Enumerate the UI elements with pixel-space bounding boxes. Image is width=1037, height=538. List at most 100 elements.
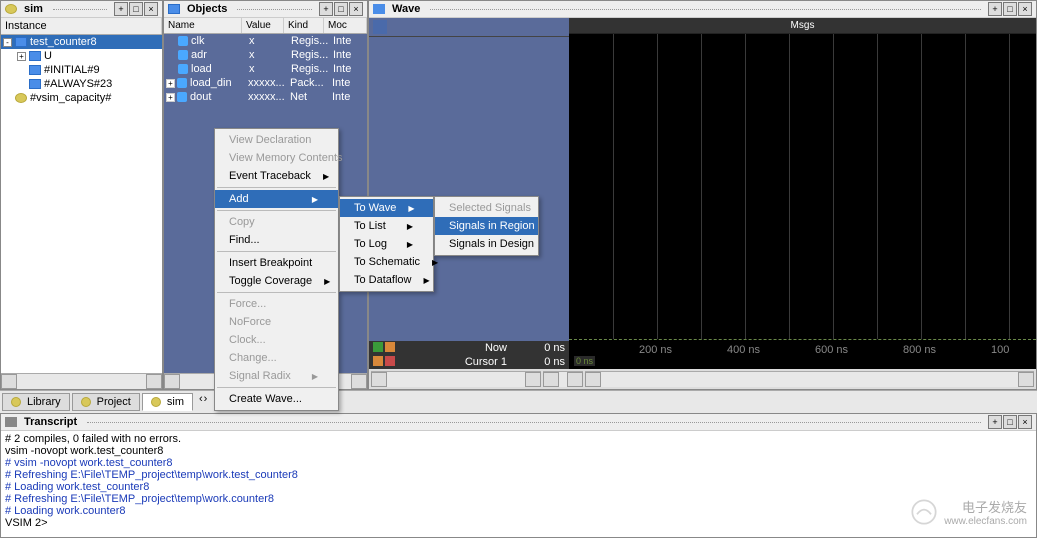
object-value: xxxxx... [248, 77, 290, 89]
module-icon [29, 79, 41, 89]
database-icon [15, 93, 27, 103]
close-button[interactable]: × [349, 2, 363, 16]
menu-label: Signals in Region [449, 220, 535, 232]
menu-item-add[interactable]: Add▶ [215, 190, 338, 208]
lock-icon[interactable] [373, 356, 383, 366]
tab-library[interactable]: Library [2, 393, 70, 411]
command-input[interactable] [52, 517, 1033, 529]
run-icon[interactable] [373, 342, 383, 352]
menu-item-signals-in-region[interactable]: Signals in Region [435, 217, 538, 235]
col-name[interactable]: Name [164, 18, 242, 33]
tab-prev-icon[interactable]: ‹ [199, 393, 203, 411]
tab-icon [151, 397, 161, 407]
gridline [1009, 34, 1010, 339]
sim-tree[interactable]: -test_counter8+U#INITIAL#9#ALWAYS#23#vsi… [1, 35, 162, 373]
menu-item-toggle-coverage[interactable]: Toggle Coverage▶ [215, 272, 338, 290]
object-row-loaddin[interactable]: +load_dinxxxxx...Pack...Inte [164, 76, 367, 90]
wave-main-hscroll[interactable] [585, 371, 1034, 387]
wave-timeline[interactable]: 0 ns 200 ns400 ns600 ns800 ns100 [569, 339, 1036, 369]
module-icon [15, 37, 27, 47]
menu-item-to-wave[interactable]: To Wave▶ [340, 199, 433, 217]
object-value: x [249, 35, 291, 47]
col-instance[interactable]: Instance [1, 18, 162, 34]
wave-tool-icon[interactable] [373, 20, 387, 34]
scroll-left-icon[interactable] [585, 372, 601, 387]
maximize-button[interactable]: □ [129, 2, 143, 16]
maximize-button[interactable]: □ [1003, 2, 1017, 16]
sim-hscroll[interactable] [1, 373, 162, 389]
object-row-adr[interactable]: adrxRegis...Inte [164, 48, 367, 62]
tree-item-u[interactable]: +U [1, 49, 162, 63]
col-kind[interactable]: Kind [284, 18, 324, 33]
scroll-right-icon[interactable] [525, 372, 541, 387]
wave-now-row: Now 0 ns [369, 341, 569, 355]
wave-info: Now 0 ns Cursor 1 0 ns [369, 341, 569, 369]
menu-item-find---[interactable]: Find... [215, 231, 338, 249]
wave-left-hscroll[interactable] [371, 371, 541, 387]
tab-next-icon[interactable]: › [204, 393, 208, 411]
object-mode: Inte [332, 91, 350, 103]
wave-signal-pane[interactable]: Now 0 ns Cursor 1 0 ns [369, 18, 569, 369]
menu-item-change---: Change... [215, 349, 338, 367]
wave-canvas[interactable]: Msgs 0 ns 200 ns400 ns600 ns800 ns100 [569, 18, 1036, 369]
maximize-button[interactable]: □ [1003, 415, 1017, 429]
context-menu-add[interactable]: To Wave▶To List▶To Log▶To Schematic▶To D… [339, 196, 434, 292]
dock-button[interactable]: + [319, 2, 333, 16]
menu-label: Create Wave... [229, 393, 302, 405]
maximize-button[interactable]: □ [334, 2, 348, 16]
close-button[interactable]: × [1018, 415, 1032, 429]
scroll-right-icon[interactable] [351, 374, 367, 389]
scroll-left-icon[interactable] [164, 374, 180, 389]
tree-item-testcounter8[interactable]: -test_counter8 [1, 35, 162, 49]
dock-button[interactable]: + [114, 2, 128, 16]
scroll-left-icon[interactable] [371, 372, 387, 387]
dock-button[interactable]: + [988, 415, 1002, 429]
transcript-prompt[interactable]: VSIM 2> [5, 517, 1032, 529]
context-menu-wave[interactable]: Selected SignalsSignals in RegionSignals… [434, 196, 539, 256]
menu-item-to-schematic[interactable]: To Schematic▶ [340, 253, 433, 271]
break-icon[interactable] [385, 342, 395, 352]
tab-sim[interactable]: sim [142, 393, 193, 411]
scroll-left-icon[interactable] [543, 372, 559, 387]
menu-item-event-traceback[interactable]: Event Traceback▶ [215, 167, 338, 185]
menu-item-to-dataflow[interactable]: To Dataflow▶ [340, 271, 433, 289]
wave-scroll-controls [369, 369, 1036, 389]
expand-toggle-icon[interactable]: + [166, 93, 175, 102]
scroll-left-icon[interactable] [1, 374, 17, 389]
wave-grid[interactable] [569, 34, 1036, 339]
delete-icon[interactable] [385, 356, 395, 366]
expand-toggle-icon[interactable]: - [3, 38, 12, 47]
expand-toggle-icon[interactable]: + [17, 52, 26, 61]
object-kind: Regis... [291, 63, 333, 75]
tree-item-initial9[interactable]: #INITIAL#9 [1, 63, 162, 77]
signal-icon [177, 78, 187, 88]
dock-button[interactable]: + [988, 2, 1002, 16]
menu-item-to-list[interactable]: To List▶ [340, 217, 433, 235]
object-row-dout[interactable]: +doutxxxxx...NetInte [164, 90, 367, 104]
wave-signal-list[interactable] [369, 37, 569, 341]
col-mode[interactable]: Moc [324, 18, 367, 33]
tab-project[interactable]: Project [72, 393, 140, 411]
transcript-body[interactable]: # 2 compiles, 0 failed with no errors.vs… [1, 431, 1036, 537]
menu-item-insert-breakpoint[interactable]: Insert Breakpoint [215, 254, 338, 272]
tree-item-always23[interactable]: #ALWAYS#23 [1, 77, 162, 91]
cursor-label[interactable]: Cursor 1 [399, 356, 515, 368]
menu-item-create-wave---[interactable]: Create Wave... [215, 390, 338, 408]
scroll-right-icon[interactable] [146, 374, 162, 389]
close-button[interactable]: × [1018, 2, 1032, 16]
object-row-clk[interactable]: clkxRegis...Inte [164, 34, 367, 48]
menu-item-to-log[interactable]: To Log▶ [340, 235, 433, 253]
wave-mid-hscroll[interactable] [543, 371, 583, 387]
object-row-load[interactable]: loadxRegis...Inte [164, 62, 367, 76]
col-value[interactable]: Value [242, 18, 284, 33]
gridline [657, 34, 658, 339]
menu-item-signals-in-design[interactable]: Signals in Design [435, 235, 538, 253]
scroll-right-icon[interactable] [1018, 372, 1034, 387]
menu-item-copy: Copy [215, 213, 338, 231]
scroll-right-icon[interactable] [567, 372, 583, 387]
expand-toggle-icon[interactable]: + [166, 79, 175, 88]
cursor-position[interactable]: 0 ns [574, 356, 595, 366]
context-menu-main[interactable]: View DeclarationView Memory ContentsEven… [214, 128, 339, 411]
tree-item-vsimcapacity[interactable]: #vsim_capacity# [1, 91, 162, 105]
close-button[interactable]: × [144, 2, 158, 16]
